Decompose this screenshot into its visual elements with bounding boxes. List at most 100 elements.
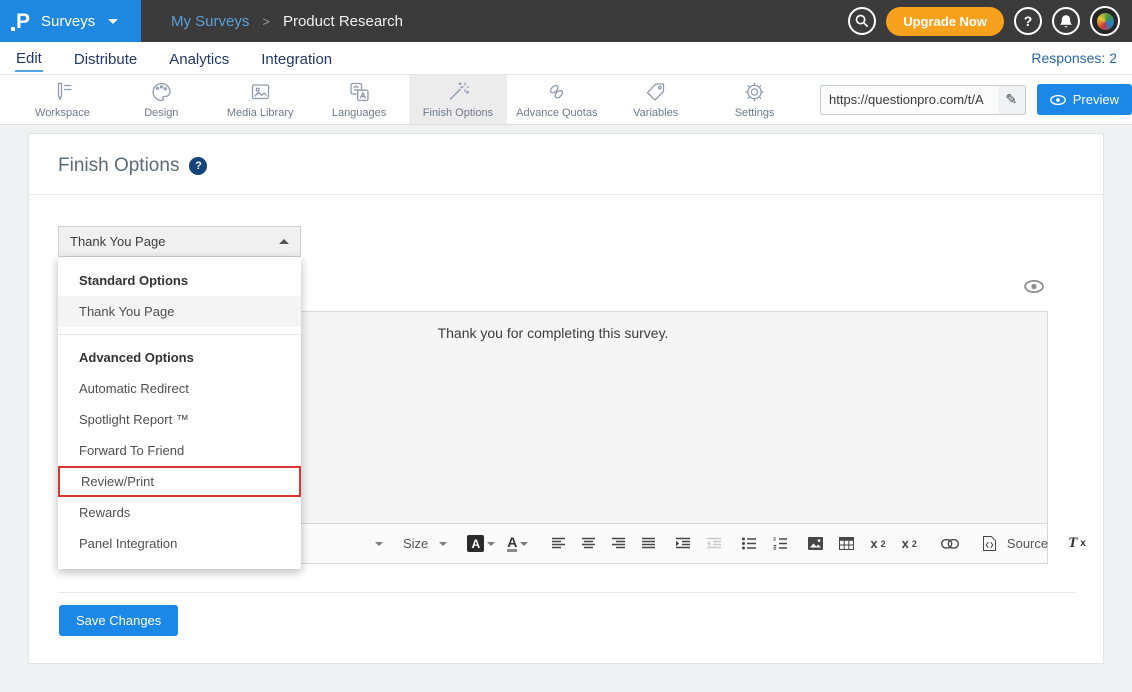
help-badge[interactable]: ? <box>189 157 207 175</box>
option-rewards[interactable]: Rewards <box>58 497 301 528</box>
align-right-button[interactable] <box>612 537 626 550</box>
tab-integration[interactable]: Integration <box>260 46 333 71</box>
preview-toggle-button[interactable] <box>1024 280 1044 293</box>
option-automatic-redirect[interactable]: Automatic Redirect <box>58 373 301 404</box>
account-avatar[interactable] <box>1090 6 1120 36</box>
finish-options-card: Finish Options ? Thank you for completin… <box>28 133 1104 664</box>
align-center-icon <box>582 537 596 550</box>
chevron-down-icon <box>108 19 118 24</box>
subscript-button[interactable]: x2 <box>870 536 885 551</box>
tab-edit[interactable]: Edit <box>15 45 43 72</box>
survey-section-tabs: Edit Distribute Analytics Integration Re… <box>0 42 1132 75</box>
preview-button[interactable]: Preview <box>1037 84 1132 115</box>
tool-media-library[interactable]: Media Library <box>211 75 310 124</box>
surveys-app-menu[interactable]: P Surveys <box>0 0 141 42</box>
breadcrumb: My Surveys > Product Research <box>171 13 403 30</box>
tag-icon <box>643 80 668 104</box>
topbar-actions: Upgrade Now ? <box>848 6 1132 36</box>
finish-type-select[interactable]: Thank You Page <box>58 226 301 257</box>
bulleted-list-button[interactable] <box>742 537 757 550</box>
align-center-button[interactable] <box>582 537 596 550</box>
bell-icon <box>1059 14 1073 29</box>
tool-finish-options[interactable]: Finish Options <box>409 75 508 124</box>
responses-count[interactable]: Responses: 2 <box>1031 50 1117 66</box>
help-button[interactable]: ? <box>1014 7 1042 35</box>
pencil-icon: ✎ <box>1005 91 1017 108</box>
chevron-down-icon <box>375 542 383 546</box>
chevron-down-icon <box>439 542 447 546</box>
justify-button[interactable] <box>642 537 656 550</box>
font-dropdown[interactable] <box>375 542 383 546</box>
align-left-button[interactable] <box>552 537 566 550</box>
notifications-button[interactable] <box>1052 7 1080 35</box>
chevron-down-icon <box>487 542 495 546</box>
pen-lines-icon <box>50 80 75 104</box>
option-review-print[interactable]: Review/Print <box>58 466 301 497</box>
option-forward-to-friend[interactable]: Forward To Friend <box>58 435 301 466</box>
page-title: Finish Options <box>58 155 179 177</box>
insert-image-icon <box>808 537 823 550</box>
indent-icon <box>676 537 691 550</box>
edit-toolbar: Workspace Design Media Library Languages… <box>0 75 1132 125</box>
source-button[interactable]: Source <box>983 536 1048 551</box>
dropdown-divider <box>58 334 301 335</box>
edit-url-button[interactable]: ✎ <box>998 86 1025 114</box>
chevron-up-icon <box>279 239 289 244</box>
indent-button[interactable] <box>676 537 691 550</box>
numbered-list-button[interactable] <box>773 537 788 550</box>
survey-url-field[interactable]: https://questionpro.com/t/A ✎ <box>820 85 1026 115</box>
remove-format-button[interactable]: Tx <box>1068 535 1086 552</box>
app-menu-label: Surveys <box>41 13 95 30</box>
superscript-button[interactable]: x2 <box>902 536 917 551</box>
breadcrumb-my-surveys[interactable]: My Surveys <box>171 13 249 30</box>
page-background: Finish Options ? Thank you for completin… <box>0 125 1132 692</box>
tool-languages[interactable]: Languages <box>310 75 409 124</box>
search-button[interactable] <box>848 7 876 35</box>
tool-settings[interactable]: Settings <box>705 75 804 124</box>
justify-icon <box>642 537 656 550</box>
bulleted-list-icon <box>742 537 757 550</box>
insert-table-icon <box>839 537 854 550</box>
option-thank-you-page[interactable]: Thank You Page <box>58 296 301 327</box>
align-left-icon <box>552 537 566 550</box>
outdent-button[interactable] <box>707 537 722 550</box>
tool-advance-quotas[interactable]: Advance Quotas <box>507 75 606 124</box>
magic-wand-icon <box>445 80 470 104</box>
insert-table-button[interactable] <box>839 537 854 550</box>
palette-icon <box>149 80 174 104</box>
align-right-icon <box>612 537 626 550</box>
group-header-standard-options: Standard Options <box>58 265 301 296</box>
tab-analytics[interactable]: Analytics <box>168 46 230 71</box>
save-changes-button[interactable]: Save Changes <box>59 605 178 636</box>
tab-distribute[interactable]: Distribute <box>73 46 138 71</box>
text-color-button[interactable]: A <box>507 535 528 552</box>
tool-variables[interactable]: Variables <box>606 75 705 124</box>
tool-design[interactable]: Design <box>112 75 211 124</box>
translate-icon <box>347 80 372 104</box>
source-file-icon <box>983 536 996 551</box>
link-icon <box>941 539 959 549</box>
chevron-down-icon <box>520 542 528 546</box>
insert-image-button[interactable] <box>808 537 823 550</box>
eye-icon <box>1024 280 1044 293</box>
background-color-button[interactable]: A <box>467 535 495 552</box>
avatar-logo-icon <box>1097 13 1114 30</box>
text-color-icon: A <box>507 535 517 552</box>
option-panel-integration[interactable]: Panel Integration <box>58 528 301 559</box>
finish-type-dropdown: Standard Options Thank You Page Advanced… <box>58 257 301 569</box>
question-mark-icon: ? <box>1024 13 1033 29</box>
upgrade-now-button[interactable]: Upgrade Now <box>886 7 1004 36</box>
save-section-divider <box>58 592 1076 593</box>
search-icon <box>855 14 869 28</box>
survey-url-value[interactable]: https://questionpro.com/t/A <box>821 86 998 114</box>
outdent-icon <box>707 537 722 550</box>
gear-icon <box>742 80 767 104</box>
breadcrumb-separator: > <box>262 14 270 29</box>
eye-icon <box>1050 95 1066 105</box>
numbered-list-icon <box>773 537 788 550</box>
tool-workspace[interactable]: Workspace <box>13 75 112 124</box>
image-icon <box>248 80 273 104</box>
size-dropdown[interactable]: Size <box>403 536 447 551</box>
link-button[interactable] <box>941 539 959 549</box>
option-spotlight-report[interactable]: Spotlight Report ™ <box>58 404 301 435</box>
